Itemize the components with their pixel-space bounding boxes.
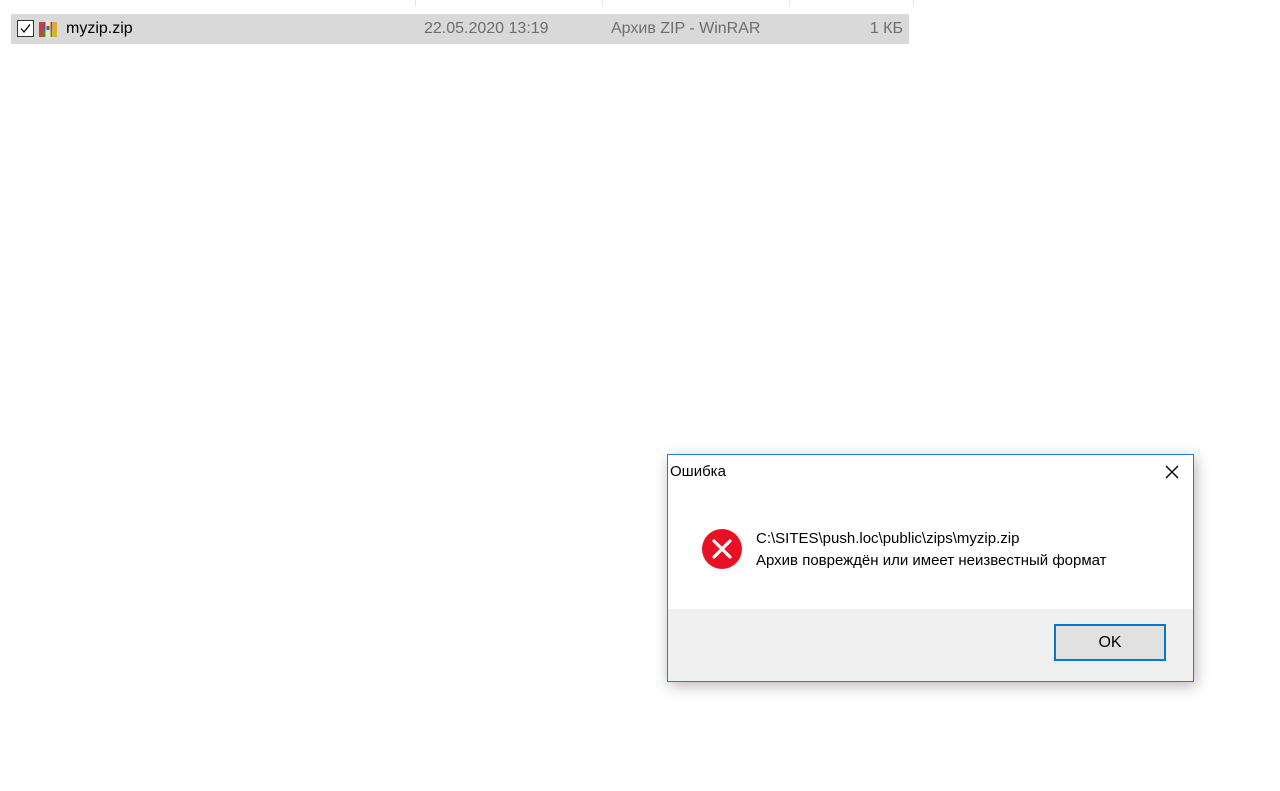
file-row-myzip[interactable]: myzip.zip 22.05.2020 13:19 Архив ZIP - W…: [11, 14, 909, 44]
dialog-footer: OK: [668, 609, 1193, 681]
file-name[interactable]: myzip.zip: [66, 20, 133, 38]
error-message-text: Архив повреждён или имеет неизвестный фо…: [756, 552, 1107, 569]
ok-button[interactable]: OK: [1054, 624, 1166, 661]
error-circle-icon: [701, 528, 743, 570]
close-button[interactable]: [1157, 459, 1187, 485]
column-separator[interactable]: [789, 0, 790, 6]
column-separator[interactable]: [415, 0, 416, 6]
file-type: Архив ZIP - WinRAR: [611, 20, 761, 37]
error-message: C:\SITES\push.loc\public\zips\myzip.zip …: [756, 528, 1107, 572]
file-date-modified: 22.05.2020 13:19: [424, 20, 549, 37]
checkbox-checked-icon[interactable]: [17, 20, 34, 37]
winrar-archive-icon: [38, 20, 58, 38]
column-separator[interactable]: [913, 0, 914, 6]
close-icon: [1165, 465, 1179, 479]
error-message-path: C:\SITES\push.loc\public\zips\myzip.zip: [756, 530, 1020, 547]
error-dialog: Ошибка C:\SITES\push.loc\public\zips\myz…: [667, 454, 1194, 682]
file-size: 1 КБ: [869, 20, 903, 37]
dialog-title: Ошибка: [670, 463, 726, 480]
column-separator[interactable]: [602, 0, 603, 6]
